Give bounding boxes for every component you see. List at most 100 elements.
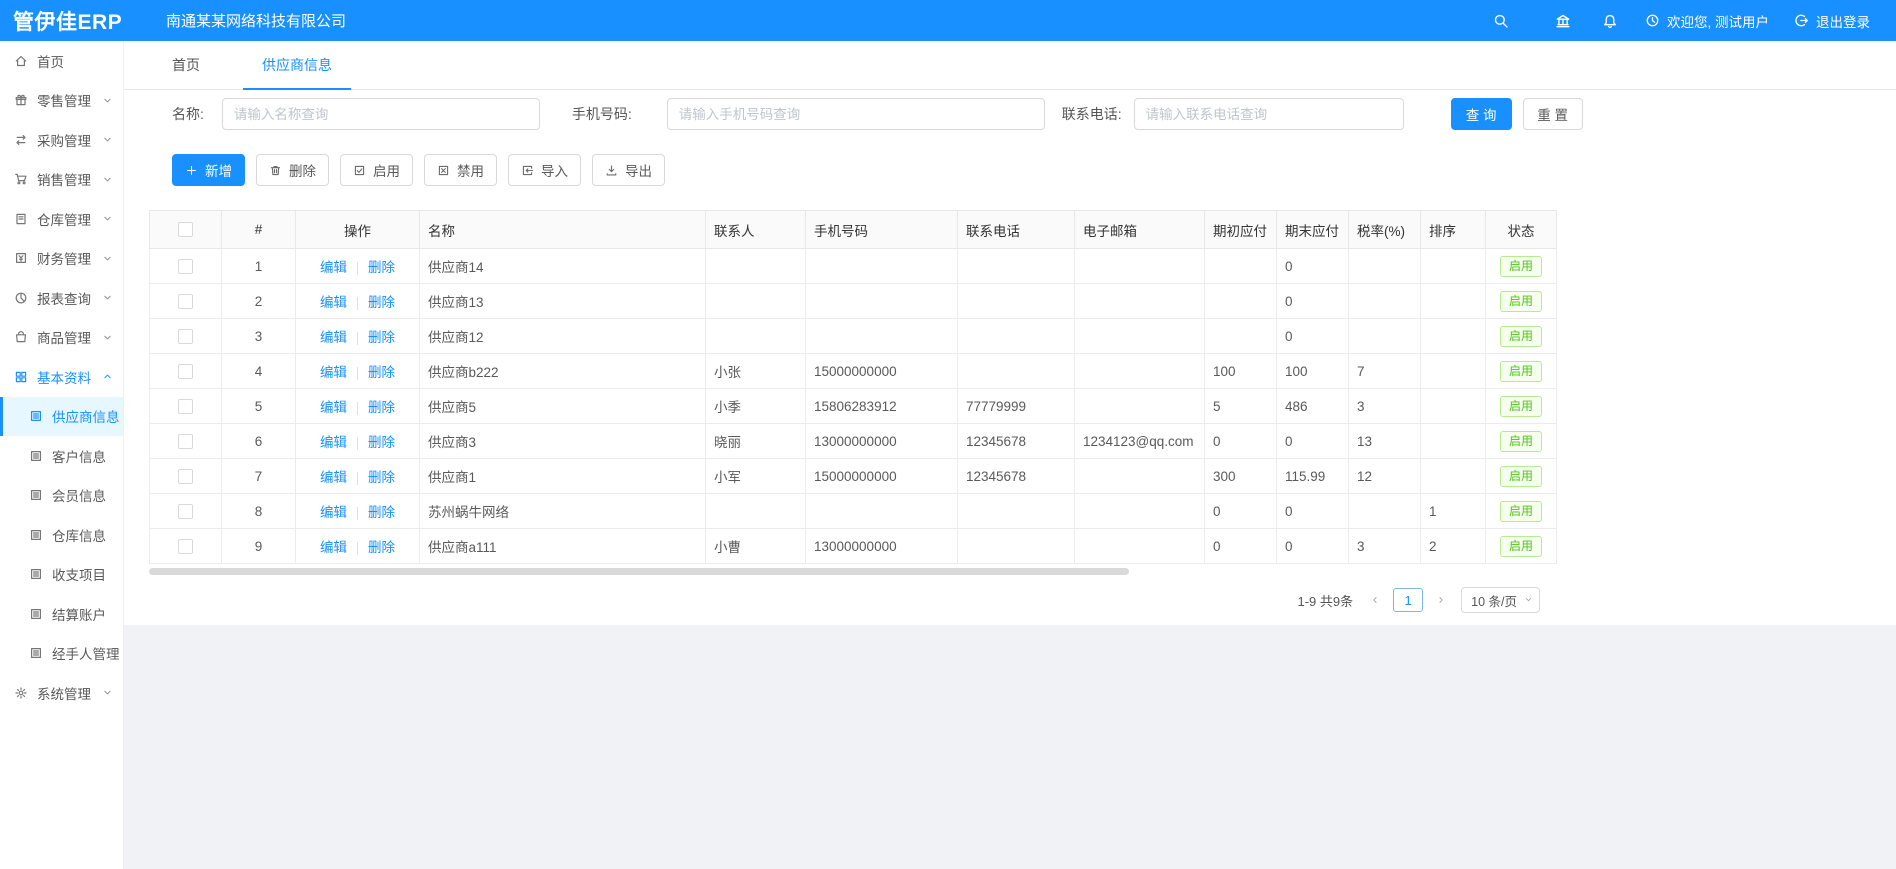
sidebar-item-7[interactable]: 商品管理 <box>0 318 123 358</box>
row-checkbox[interactable] <box>178 469 193 484</box>
row-checkbox[interactable] <box>178 399 193 414</box>
row-cell-email <box>1075 529 1205 564</box>
edit-link[interactable]: 编辑 <box>320 505 347 520</box>
row-cell-num: 3 <box>222 319 296 354</box>
toolbar-button-0[interactable]: 新增 <box>172 154 245 186</box>
name-filter-input[interactable] <box>222 98 540 130</box>
sidebar-item-sub-14[interactable]: 结算账户 <box>0 594 123 634</box>
sidebar-item-0[interactable]: 首页 <box>0 41 123 81</box>
page-size-select[interactable]: 10 条/页 <box>1461 587 1540 613</box>
row-cell-email <box>1075 389 1205 424</box>
row-actions-cell: 编辑 删除 <box>296 494 420 529</box>
edit-link[interactable]: 编辑 <box>320 295 347 310</box>
toolbar-button-5[interactable]: 导出 <box>592 154 665 186</box>
delete-link[interactable]: 删除 <box>368 365 395 380</box>
toolbar-button-1[interactable]: 删除 <box>256 154 329 186</box>
edit-link[interactable]: 编辑 <box>320 260 347 275</box>
status-badge: 启用 <box>1500 361 1542 382</box>
sidebar-item-label: 仓库信息 <box>52 525 106 545</box>
delete-link[interactable]: 删除 <box>368 540 395 555</box>
table-row: 6编辑删除供应商3晓丽13000000000123456781234123@qq… <box>150 424 1557 459</box>
edit-link[interactable]: 编辑 <box>320 365 347 380</box>
row-cell-name: 供应商13 <box>420 284 706 319</box>
toolbar-button-3[interactable]: 禁用 <box>424 154 497 186</box>
row-cell-email <box>1075 354 1205 389</box>
sidebar-item-sub-12[interactable]: 仓库信息 <box>0 515 123 555</box>
search-icon[interactable] <box>1493 13 1509 29</box>
edit-link[interactable]: 编辑 <box>320 540 347 555</box>
column-header-4: 联系人 <box>706 211 806 249</box>
welcome-text: 欢迎您, 测试用户 <box>1667 11 1769 31</box>
column-header-label: 排序 <box>1429 224 1456 239</box>
row-actions-cell: 编辑 删除 <box>296 354 420 389</box>
sidebar-item-sub-11[interactable]: 会员信息 <box>0 476 123 516</box>
row-checkbox-cell <box>150 284 222 319</box>
sidebar-item-sub-9[interactable]: 供应商信息 <box>0 397 123 437</box>
status-badge: 启用 <box>1500 536 1542 557</box>
reset-button[interactable]: 重 置 <box>1523 98 1583 130</box>
delete-link[interactable]: 删除 <box>368 400 395 415</box>
edit-link[interactable]: 编辑 <box>320 330 347 345</box>
horizontal-scrollbar-thumb[interactable] <box>149 568 1129 575</box>
edit-link[interactable]: 编辑 <box>320 400 347 415</box>
action-divider <box>357 472 358 485</box>
table-row: 4编辑删除供应商b222小张150000000001001007启用 <box>150 354 1557 389</box>
sidebar-item-3[interactable]: 销售管理 <box>0 160 123 200</box>
row-checkbox[interactable] <box>178 539 193 554</box>
next-page-button[interactable] <box>1429 588 1453 612</box>
row-cell-phone <box>806 319 958 354</box>
sidebar-item-1[interactable]: 零售管理 <box>0 81 123 121</box>
row-cell-name: 供应商a111 <box>420 529 706 564</box>
search-button[interactable]: 查 询 <box>1451 98 1512 130</box>
row-cell-tax <box>1349 319 1421 354</box>
row-checkbox[interactable] <box>178 329 193 344</box>
row-cell-sort <box>1421 459 1486 494</box>
edit-link[interactable]: 编辑 <box>320 470 347 485</box>
logout-button[interactable]: 退出登录 <box>1794 11 1870 31</box>
delete-link[interactable]: 删除 <box>368 330 395 345</box>
row-checkbox[interactable] <box>178 504 193 519</box>
sidebar-item-4[interactable]: 仓库管理 <box>0 199 123 239</box>
bell-icon[interactable] <box>1602 13 1618 29</box>
sidebar-item-6[interactable]: 报表查询 <box>0 278 123 318</box>
sidebar-item-sub-13[interactable]: 收支项目 <box>0 555 123 595</box>
delete-link[interactable]: 删除 <box>368 470 395 485</box>
tab-0[interactable]: 首页 <box>153 41 219 89</box>
row-checkbox[interactable] <box>178 259 193 274</box>
prev-page-button[interactable] <box>1363 588 1387 612</box>
row-cell-tel <box>958 249 1075 284</box>
sidebar-item-16[interactable]: 系统管理 <box>0 673 123 713</box>
table-row: 8编辑删除苏州蜗牛网络001启用 <box>150 494 1557 529</box>
sidebar-item-sub-15[interactable]: 经手人管理 <box>0 634 123 674</box>
row-cell-contact: 小军 <box>706 459 806 494</box>
telephone-filter-input[interactable] <box>1134 98 1404 130</box>
delete-link[interactable]: 删除 <box>368 295 395 310</box>
row-checkbox[interactable] <box>178 364 193 379</box>
toolbar-button-2[interactable]: 启用 <box>340 154 413 186</box>
toolbar-button-4[interactable]: 导入 <box>508 154 581 186</box>
delete-link[interactable]: 删除 <box>368 260 395 275</box>
row-cell-sort <box>1421 389 1486 424</box>
bank-icon[interactable] <box>1555 13 1571 29</box>
edit-link[interactable]: 编辑 <box>320 435 347 450</box>
sidebar-item-sub-10[interactable]: 客户信息 <box>0 436 123 476</box>
delete-link[interactable]: 删除 <box>368 435 395 450</box>
sidebar-item-5[interactable]: 财务管理 <box>0 239 123 279</box>
row-checkbox[interactable] <box>178 294 193 309</box>
sidebar-item-8[interactable]: 基本资料 <box>0 357 123 397</box>
pagination: 1-9 共9条 1 10 条/页 <box>149 587 1556 613</box>
select-all-checkbox[interactable] <box>178 222 193 237</box>
current-page[interactable]: 1 <box>1393 588 1423 612</box>
status-badge: 启用 <box>1500 326 1542 347</box>
column-header-label: 税率(%) <box>1357 224 1405 239</box>
welcome-user[interactable]: 欢迎您, 测试用户 <box>1645 11 1769 31</box>
sales-icon <box>14 172 28 186</box>
row-cell-num: 8 <box>222 494 296 529</box>
mobile-filter-input[interactable] <box>667 98 1045 130</box>
table-row: 3编辑删除供应商120启用 <box>150 319 1557 354</box>
row-checkbox[interactable] <box>178 434 193 449</box>
tab-1[interactable]: 供应商信息 <box>243 41 351 89</box>
delete-link[interactable]: 删除 <box>368 505 395 520</box>
sidebar-item-2[interactable]: 采购管理 <box>0 120 123 160</box>
action-divider <box>357 402 358 415</box>
